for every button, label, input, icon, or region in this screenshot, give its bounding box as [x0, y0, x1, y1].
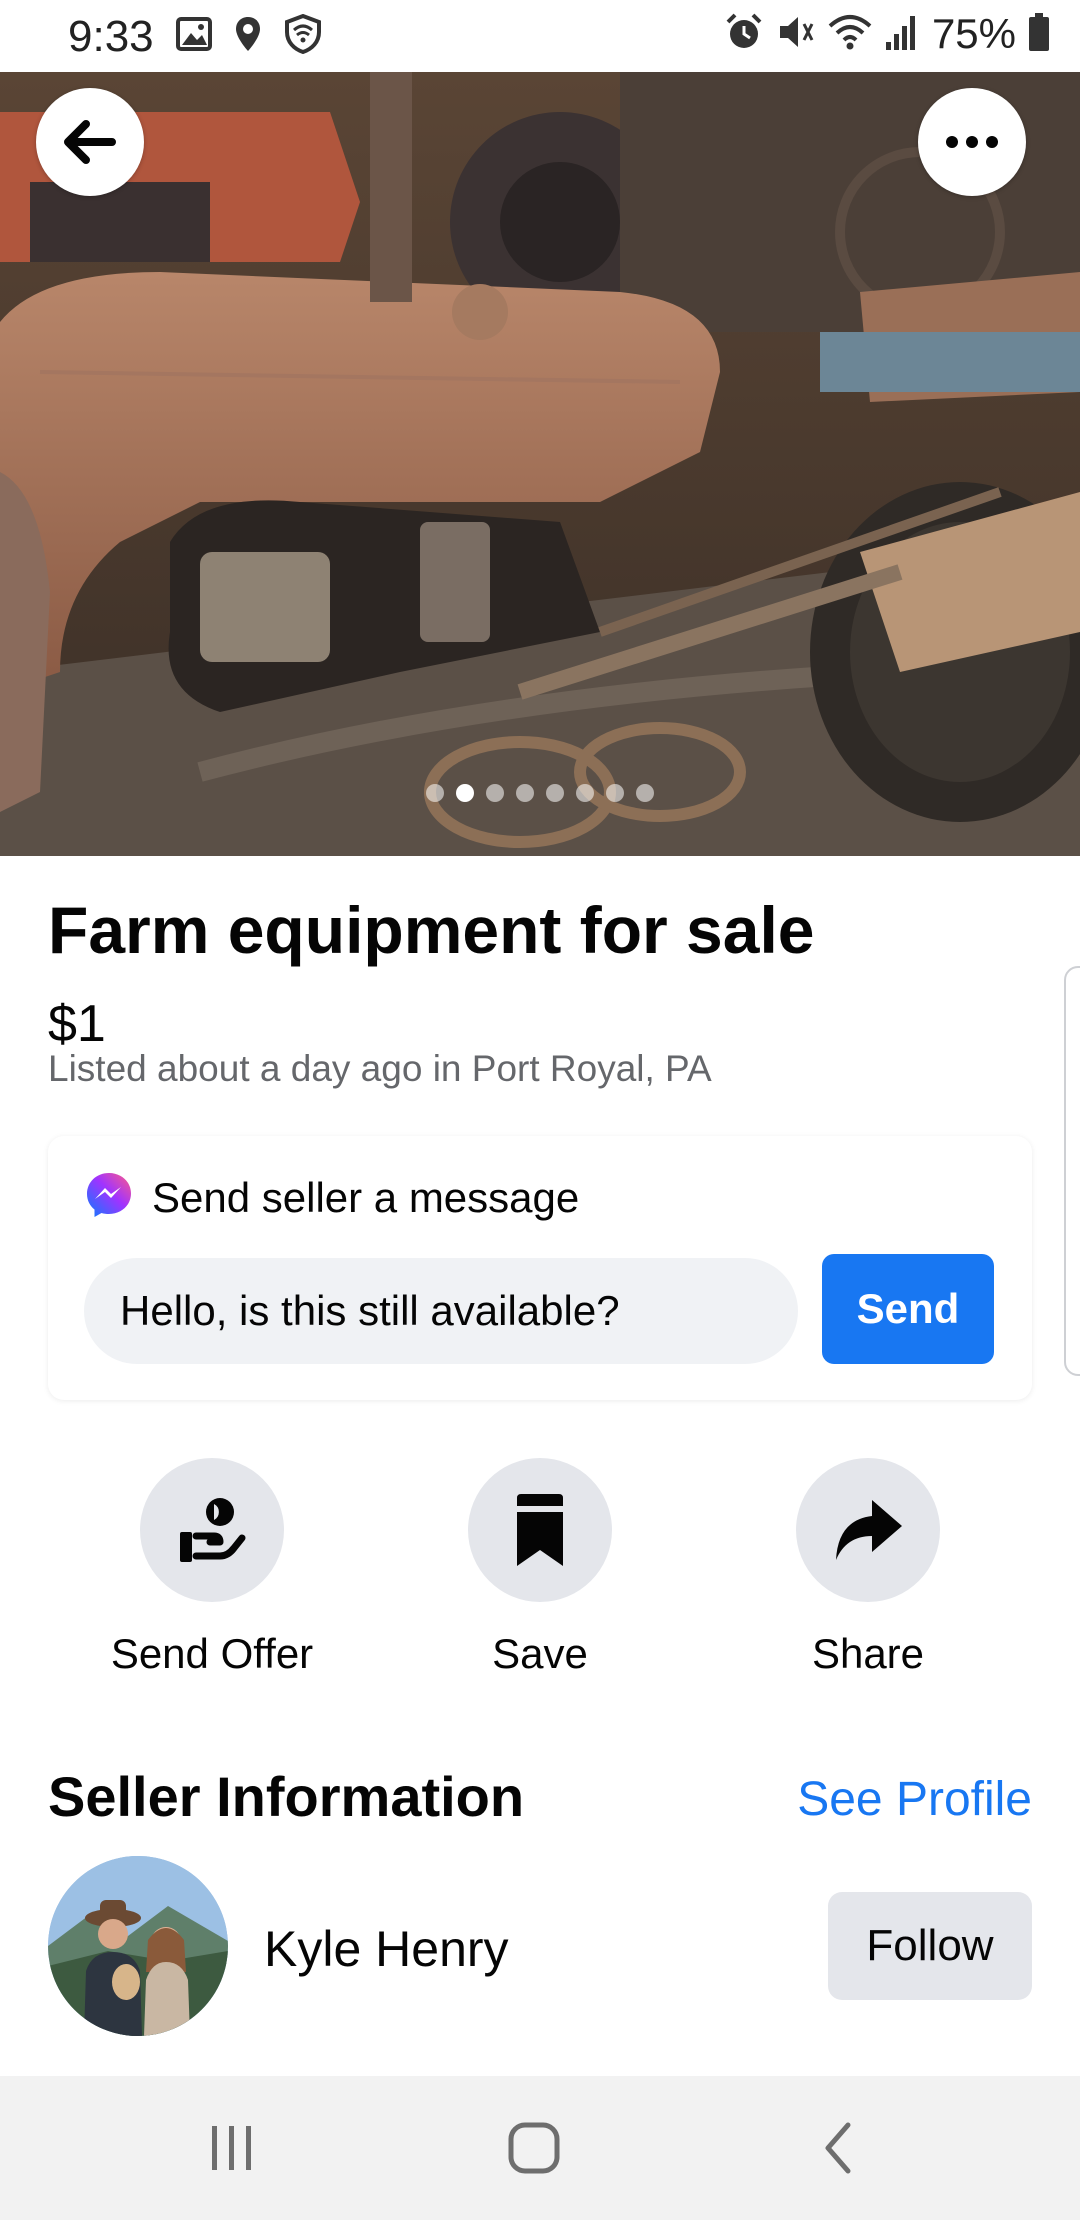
message-card: Send seller a message Send — [48, 1136, 1032, 1400]
offer-icon — [180, 1498, 246, 1562]
system-nav-bar — [0, 2076, 1080, 2220]
chevron-left-icon — [825, 2122, 851, 2174]
home-button[interactable] — [494, 2116, 574, 2180]
share-button[interactable] — [796, 1458, 940, 1602]
home-icon — [508, 2122, 560, 2174]
see-profile-link[interactable]: See Profile — [797, 1772, 1032, 1827]
pagination-dot — [606, 784, 624, 802]
more-options-button[interactable] — [918, 88, 1026, 196]
shield-icon — [284, 13, 322, 59]
listing-price: $1 — [48, 995, 106, 1053]
pagination-dot — [546, 784, 564, 802]
mute-icon — [776, 12, 816, 57]
share-action[interactable]: Share — [718, 1458, 1018, 1678]
save-action[interactable]: Save — [390, 1458, 690, 1678]
message-input[interactable] — [84, 1258, 798, 1364]
back-arrow-icon — [64, 120, 116, 164]
wifi-icon — [828, 12, 872, 57]
listing-photo[interactable] — [0, 72, 1080, 856]
recent-apps-button[interactable] — [192, 2116, 272, 2180]
recent-apps-icon — [212, 2126, 251, 2170]
send-offer-label: Send Offer — [110, 1630, 314, 1677]
pagination-dot — [576, 784, 594, 802]
status-bar: 9:33 75% — [0, 0, 1080, 72]
share-icon — [836, 1500, 902, 1560]
pagination-dot — [456, 784, 474, 802]
pagination-dot — [486, 784, 504, 802]
photo-pagination — [426, 784, 654, 802]
battery-icon — [1028, 12, 1050, 57]
share-label: Share — [811, 1630, 925, 1677]
status-left-icons — [176, 13, 322, 59]
listing-meta: Listed about a day ago in Port Royal, PA — [48, 1048, 712, 1089]
system-back-button[interactable] — [798, 2116, 878, 2180]
battery-percent: 75% — [931, 10, 1016, 57]
seller-name[interactable]: Kyle Henry — [264, 1920, 509, 1978]
message-header: Send seller a message — [84, 1170, 579, 1225]
listing-title: Farm equipment for sale — [48, 893, 815, 967]
action-row: Send Offer Save Share — [0, 1458, 1080, 1678]
tractor-photo — [0, 72, 1080, 856]
send-offer-action[interactable]: Send Offer — [62, 1458, 362, 1678]
pagination-dot — [426, 784, 444, 802]
save-button[interactable] — [468, 1458, 612, 1602]
bookmark-icon — [517, 1494, 563, 1566]
back-button[interactable] — [36, 88, 144, 196]
seller-avatar[interactable] — [48, 1856, 228, 2036]
seller-section-title: Seller Information — [48, 1765, 525, 1828]
avatar-photo — [48, 1856, 228, 2036]
follow-button[interactable]: Follow — [828, 1892, 1032, 2000]
status-right-icons: 75% — [724, 10, 1050, 58]
send-button[interactable]: Send — [822, 1254, 994, 1364]
more-icon — [946, 136, 998, 148]
signal-icon — [884, 12, 920, 57]
save-label: Save — [492, 1630, 588, 1677]
pagination-dot — [636, 784, 654, 802]
message-header-label: Send seller a message — [152, 1173, 580, 1221]
send-offer-button[interactable] — [140, 1458, 284, 1602]
messenger-icon — [84, 1170, 134, 1225]
location-icon — [234, 15, 262, 58]
status-time: 9:33 — [68, 12, 154, 61]
alarm-icon — [724, 12, 764, 57]
gallery-icon — [176, 17, 212, 56]
side-panel-handle[interactable] — [1064, 966, 1080, 1376]
pagination-dot — [516, 784, 534, 802]
